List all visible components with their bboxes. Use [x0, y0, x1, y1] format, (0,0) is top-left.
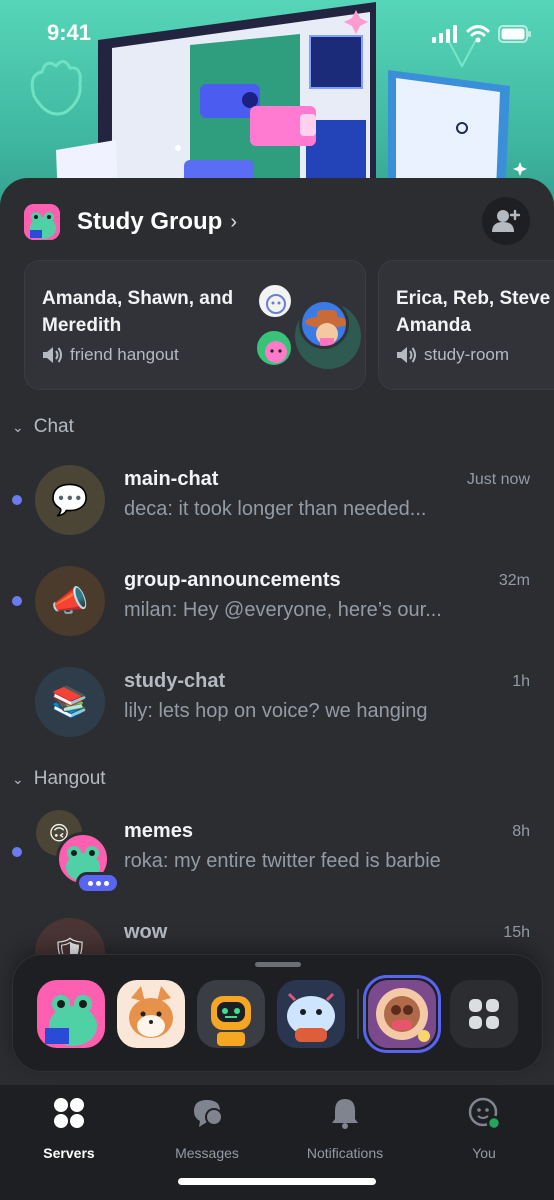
voice-room-channel: friend hangout: [42, 345, 179, 365]
all-servers-button[interactable]: [450, 980, 518, 1048]
wifi-icon: [466, 25, 490, 43]
channel-name: group-announcements: [124, 569, 341, 591]
drag-handle[interactable]: [255, 962, 301, 967]
tab-messages[interactable]: Messages: [147, 1095, 267, 1161]
chevron-down-icon: ⌄: [12, 770, 24, 787]
server-header[interactable]: Study Group ›: [24, 197, 530, 245]
pink-creature-avatar-icon: [265, 341, 287, 363]
megaphone-icon: 📣: [35, 566, 105, 636]
server-illustration[interactable]: [368, 980, 436, 1048]
robot-server-icon: [211, 996, 251, 1046]
status-icons: [432, 24, 532, 44]
server-dock: [12, 954, 543, 1072]
servers-icon: [54, 1098, 84, 1128]
voice-room-name: friend hangout: [70, 345, 179, 364]
invite-member-button[interactable]: [482, 197, 530, 245]
books-icon: 📚: [35, 667, 105, 737]
channel-preview: lily: lets hop on voice? we hanging: [124, 700, 428, 722]
snow-creature-server-icon: [287, 992, 335, 1042]
status-time: 9:41: [47, 20, 92, 45]
bell-icon: [332, 1099, 358, 1129]
voice-room-name: study-room: [424, 345, 510, 364]
messages-icon: [194, 1100, 223, 1127]
server-shiba[interactable]: [117, 980, 185, 1048]
voice-room-carousel[interactable]: Amanda, Shawn, and Meredith friend hango…: [24, 260, 554, 390]
grid-icon: [469, 999, 499, 1029]
you-icon: [468, 1097, 501, 1130]
tab-label: Servers: [43, 1145, 95, 1161]
voice-room-card[interactable]: Erica, Reb, Steve Amanda study-room: [378, 260, 554, 390]
category-label: Chat: [33, 416, 74, 437]
channel-timestamp: 8h: [512, 823, 530, 840]
cat-avatar-icon: [266, 294, 286, 314]
unread-indicator: [12, 596, 22, 606]
channel-memes[interactable]: 🙃 memes 8h roka: my entire twitter feed …: [0, 808, 554, 898]
tab-label: You: [472, 1145, 496, 1161]
voice-room-members: Erica, Reb, Steve Amanda: [396, 288, 551, 336]
channel-preview: deca: it took longer than needed...: [124, 498, 427, 520]
voice-room-members: Amanda, Shawn, and Meredith: [42, 288, 234, 336]
channel-timestamp: 1h: [512, 673, 530, 690]
frog-server-icon: [45, 995, 97, 1046]
unread-indicator: [12, 847, 22, 857]
channel-study-chat[interactable]: 📚 study-chat 1h lily: lets hop on voice?…: [0, 658, 554, 748]
channel-name: wow: [124, 921, 168, 943]
tab-servers[interactable]: Servers: [9, 1095, 129, 1161]
channel-timestamp: Just now: [466, 471, 530, 488]
unread-indicator: [12, 495, 22, 505]
server-robot[interactable]: [197, 980, 265, 1048]
tab-label: Notifications: [306, 1145, 384, 1161]
home-indicator: [178, 1178, 376, 1185]
chevron-right-icon: ›: [230, 210, 237, 233]
channel-timestamp: 15h: [503, 924, 530, 941]
channel-main-chat[interactable]: 💬 main-chat Just now deca: it took longe…: [0, 456, 554, 546]
channel-timestamp: 32m: [498, 572, 530, 589]
speaker-icon: [397, 347, 416, 363]
cellular-signal-icon: [432, 25, 457, 43]
channel-group-announcements[interactable]: 📣 group-announcements 32m milan: Hey @ev…: [0, 557, 554, 647]
channel-preview: milan: Hey @everyone, here’s our...: [124, 599, 442, 621]
server-snow-creature[interactable]: [277, 980, 345, 1048]
server-icon: [24, 204, 60, 240]
channel-name: main-chat: [124, 468, 219, 490]
status-bar: 9:41: [0, 0, 554, 64]
dock-divider: [357, 989, 359, 1039]
chevron-down-icon: ⌄: [12, 418, 24, 435]
shiba-server-icon: [129, 986, 173, 1038]
battery-icon: [498, 25, 531, 43]
category-label: Hangout: [33, 768, 106, 789]
server-sheet: Study Group › Amanda, Shawn, and Meredit…: [0, 178, 554, 1084]
avatar: [299, 299, 349, 349]
voice-room-avatars: [255, 281, 361, 371]
avatar: [255, 329, 293, 367]
speaker-icon: [43, 347, 62, 363]
speech-bubble-icon: 💬: [35, 465, 105, 535]
typing-indicator: [76, 872, 120, 894]
voice-room-card[interactable]: Amanda, Shawn, and Meredith friend hango…: [24, 260, 366, 390]
frog-avatar-icon: [24, 204, 60, 240]
add-user-icon: [492, 209, 520, 232]
avatar: [257, 283, 293, 319]
category-chat[interactable]: ⌄ Chat: [12, 415, 74, 439]
tab-notifications[interactable]: Notifications: [285, 1095, 405, 1161]
category-hangout[interactable]: ⌄ Hangout: [12, 767, 106, 791]
server-name: Study Group: [77, 208, 223, 235]
storybook-server-icon: [376, 988, 430, 1042]
channel-name: study-chat: [124, 670, 226, 692]
tab-label: Messages: [175, 1145, 239, 1161]
channel-name: memes: [124, 820, 193, 842]
tab-you[interactable]: You: [424, 1095, 544, 1161]
server-study-group[interactable]: [37, 980, 105, 1048]
voice-room-channel: study-room: [396, 345, 509, 365]
channel-preview: roka: my entire twitter feed is barbie: [124, 850, 441, 872]
